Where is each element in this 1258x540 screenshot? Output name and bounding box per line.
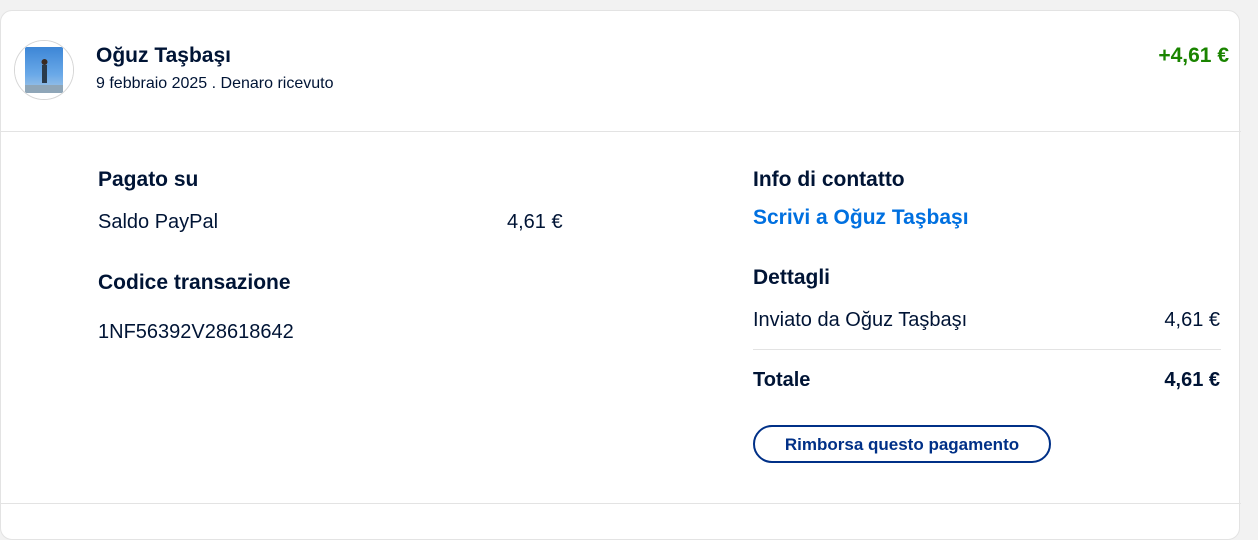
contact-info-heading: Info di contatto (753, 168, 905, 191)
payment-method-amount: 4,61 € (507, 211, 563, 233)
refund-payment-button[interactable]: Rimborsa questo pagamento (753, 425, 1051, 463)
user-photo-avatar-icon (15, 41, 73, 99)
sender-name: Oğuz Taşbaşı (96, 44, 231, 67)
transaction-header: Oğuz Taşbaşı 9 febbraio 2025 . Denaro ri… (1, 11, 1241, 132)
transaction-date-status: 9 febbraio 2025 . Denaro ricevuto (96, 75, 334, 92)
transaction-code-heading: Codice transazione (98, 271, 291, 294)
transaction-code: 1NF56392V28618642 (98, 321, 294, 343)
sent-by-label: Inviato da Oğuz Taşbaşı (753, 309, 968, 331)
total-amount: 4,61 € (1164, 369, 1220, 391)
avatar (14, 40, 74, 100)
paid-with-heading: Pagato su (98, 168, 199, 191)
section-divider (1, 503, 1241, 504)
sent-by-amount: 4,61 € (1164, 309, 1220, 331)
details-divider (753, 349, 1221, 350)
total-label: Totale (753, 369, 811, 391)
write-to-sender-link[interactable]: Scrivi a Oğuz Taşbaşı (753, 206, 969, 230)
transaction-amount: +4,61 € (1158, 44, 1229, 67)
transaction-card: Oğuz Taşbaşı 9 febbraio 2025 . Denaro ri… (0, 10, 1241, 540)
details-heading: Dettagli (753, 266, 831, 289)
payment-method: Saldo PayPal (98, 211, 219, 233)
